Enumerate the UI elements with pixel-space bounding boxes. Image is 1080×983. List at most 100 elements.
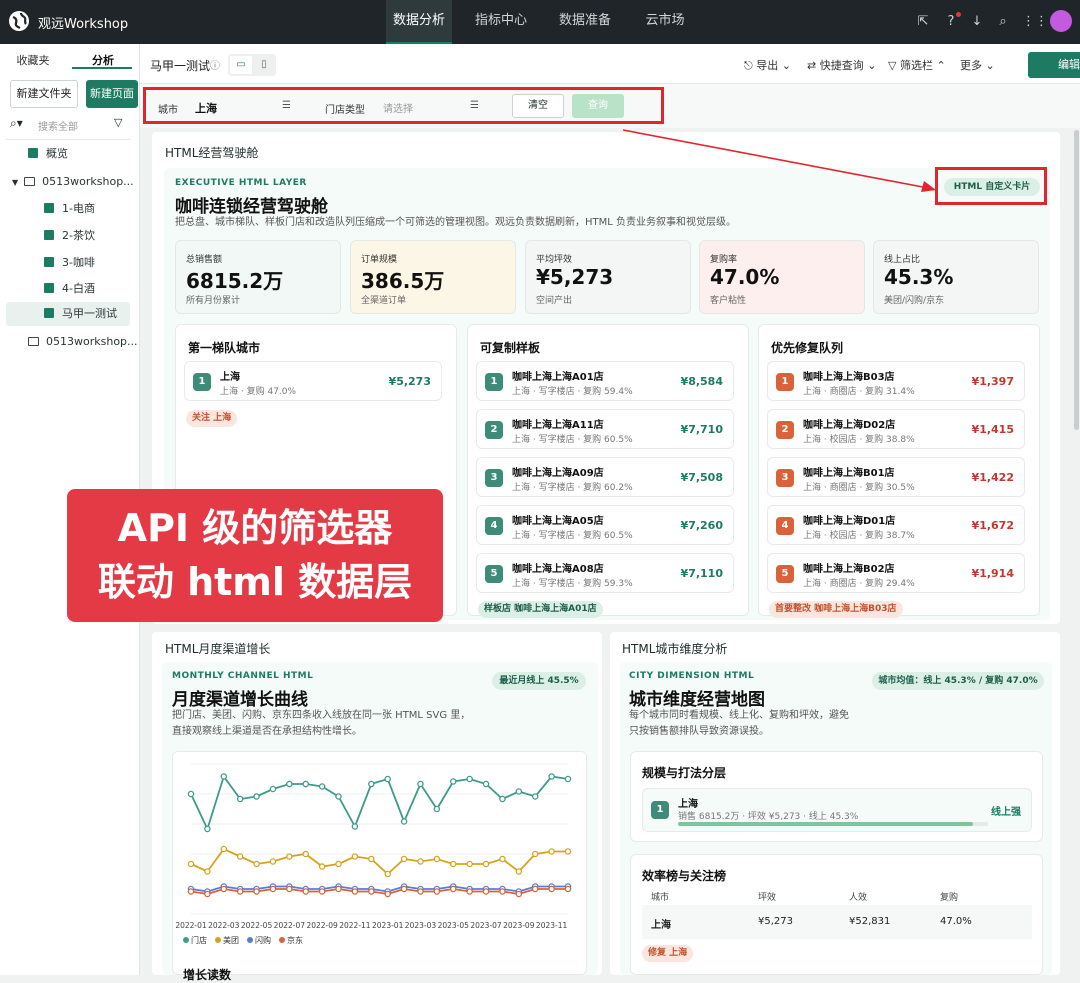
data-point[interactable] bbox=[204, 825, 211, 833]
data-point[interactable] bbox=[400, 818, 408, 825]
data-point[interactable] bbox=[515, 868, 523, 875]
list-item[interactable]: 1 上海 销售 6815.2万 · 坪效 ¥5,273 · 线上 45.3% 线… bbox=[642, 788, 1032, 832]
data-point[interactable] bbox=[302, 780, 309, 788]
data-point[interactable] bbox=[531, 793, 539, 800]
list-item[interactable]: 1 咖啡上海上海B03店 上海 · 商圈店 · 复购 31.4% ¥1,397 bbox=[767, 361, 1025, 401]
data-point[interactable] bbox=[417, 888, 424, 895]
sidebar-item-baijiu[interactable]: 4-白酒 bbox=[44, 277, 95, 301]
new-folder-button[interactable]: 新建文件夹 bbox=[10, 80, 78, 108]
legend-item[interactable]: 京东 bbox=[279, 936, 303, 945]
data-point[interactable] bbox=[302, 888, 309, 895]
desktop-icon[interactable]: ▭ bbox=[230, 56, 252, 74]
list-item[interactable]: 2 咖啡上海上海A11店 上海 · 写字楼店 · 复购 60.5% ¥7,710 bbox=[476, 409, 734, 449]
data-point[interactable] bbox=[286, 885, 293, 893]
data-point[interactable] bbox=[318, 783, 326, 790]
data-point[interactable] bbox=[204, 890, 211, 898]
sidebar-item-coffee[interactable]: 3-咖啡 bbox=[44, 251, 95, 275]
data-point[interactable] bbox=[564, 848, 572, 855]
list-item[interactable]: 3 咖啡上海上海A09店 上海 · 写字楼店 · 复购 60.2% ¥7,508 bbox=[476, 457, 734, 497]
data-point[interactable] bbox=[499, 795, 506, 803]
mobile-icon[interactable]: ▯ bbox=[254, 56, 274, 74]
data-point[interactable] bbox=[384, 890, 391, 898]
legend-item[interactable]: 美团 bbox=[215, 936, 239, 945]
quick-query-button[interactable]: ⇄ 快捷查询 ⌄ bbox=[807, 57, 876, 73]
data-point[interactable] bbox=[499, 855, 506, 863]
data-point[interactable] bbox=[368, 888, 375, 895]
data-point[interactable] bbox=[318, 863, 326, 870]
data-point[interactable] bbox=[220, 773, 228, 780]
nav-cloud-market[interactable]: 云市场 bbox=[632, 0, 698, 44]
search-icon[interactable]: ⌕ bbox=[995, 14, 1011, 30]
data-point[interactable] bbox=[384, 775, 391, 783]
data-point[interactable] bbox=[253, 888, 260, 895]
list-item[interactable]: 1 咖啡上海上海A01店 上海 · 写字楼店 · 复购 59.4% ¥8,584 bbox=[476, 361, 734, 401]
data-point[interactable] bbox=[450, 885, 457, 893]
data-point[interactable] bbox=[531, 885, 539, 893]
apps-grid-icon[interactable]: ⋮⋮ bbox=[1022, 14, 1048, 30]
data-point[interactable] bbox=[515, 788, 523, 795]
share-icon[interactable]: ⇱ bbox=[915, 14, 931, 30]
data-point[interactable] bbox=[286, 780, 293, 788]
data-point[interactable] bbox=[564, 885, 572, 893]
data-point[interactable] bbox=[368, 780, 375, 788]
data-point[interactable] bbox=[351, 888, 359, 895]
sidebar-folder-0513-a[interactable]: ▼ 0513workshop... bbox=[12, 170, 134, 194]
data-point[interactable] bbox=[269, 785, 277, 793]
legend-item[interactable]: 门店 bbox=[183, 936, 207, 945]
data-point[interactable] bbox=[466, 860, 473, 868]
data-point[interactable] bbox=[482, 860, 490, 868]
list-item[interactable]: 1 上海 上海 · 复购 47.0% ¥5,273 bbox=[184, 361, 442, 401]
data-point[interactable] bbox=[466, 775, 473, 783]
nav-metrics-center[interactable]: 指标中心 bbox=[468, 0, 534, 44]
data-point[interactable] bbox=[450, 778, 457, 785]
nav-data-analysis[interactable]: 数据分析 bbox=[386, 0, 452, 44]
data-point[interactable] bbox=[187, 888, 195, 895]
tab-analysis[interactable]: 分析 bbox=[70, 52, 136, 74]
data-point[interactable] bbox=[351, 823, 359, 830]
data-point[interactable] bbox=[253, 793, 260, 800]
data-point[interactable] bbox=[187, 790, 195, 798]
data-point[interactable] bbox=[433, 855, 441, 863]
data-point[interactable] bbox=[400, 855, 408, 863]
filter-bar-button[interactable]: ▽ 筛选栏 ⌃ bbox=[888, 57, 946, 73]
data-point[interactable] bbox=[433, 888, 441, 895]
data-point[interactable] bbox=[318, 888, 326, 895]
data-point[interactable] bbox=[236, 888, 244, 895]
info-icon[interactable]: ⓘ bbox=[210, 57, 220, 72]
data-point[interactable] bbox=[187, 860, 195, 868]
new-page-button[interactable]: 新建页面 bbox=[86, 80, 138, 108]
data-point[interactable] bbox=[351, 853, 359, 860]
sidebar-item-tea[interactable]: 2-茶饮 bbox=[44, 224, 95, 248]
data-point[interactable] bbox=[400, 885, 408, 893]
data-point[interactable] bbox=[515, 890, 523, 898]
tab-favorites[interactable]: 收藏夹 bbox=[0, 52, 66, 74]
export-button[interactable]: ⎋ 导出 ⌄ bbox=[744, 57, 791, 73]
data-point[interactable] bbox=[236, 853, 244, 860]
data-point[interactable] bbox=[302, 850, 309, 858]
list-item[interactable]: 4 咖啡上海上海D01店 上海 · 校园店 · 复购 38.7% ¥1,672 bbox=[767, 505, 1025, 545]
data-point[interactable] bbox=[236, 795, 244, 803]
data-point[interactable] bbox=[368, 855, 375, 863]
sidebar-folder-0513-b[interactable]: 0513workshop... bbox=[28, 330, 138, 354]
data-point[interactable] bbox=[531, 850, 539, 858]
data-point[interactable] bbox=[417, 780, 424, 788]
legend-item[interactable]: 闪购 bbox=[247, 936, 271, 945]
sidebar-search-input[interactable]: 搜索全部 bbox=[38, 118, 78, 133]
data-point[interactable] bbox=[548, 773, 555, 780]
data-point[interactable] bbox=[253, 860, 260, 868]
data-point[interactable] bbox=[204, 868, 211, 875]
data-point[interactable] bbox=[417, 858, 424, 865]
data-point[interactable] bbox=[335, 885, 342, 893]
nav-data-prep[interactable]: 数据准备 bbox=[552, 0, 618, 44]
list-item[interactable]: 2 咖啡上海上海D02店 上海 · 校园店 · 复购 38.8% ¥1,415 bbox=[767, 409, 1025, 449]
list-item[interactable]: 5 咖啡上海上海A08店 上海 · 写字楼店 · 复购 59.3% ¥7,110 bbox=[476, 553, 734, 593]
more-button[interactable]: 更多 ⌄ bbox=[960, 57, 995, 73]
data-point[interactable] bbox=[482, 888, 490, 895]
user-avatar[interactable] bbox=[1050, 10, 1072, 32]
sidebar-item-ecommerce[interactable]: 1-电商 bbox=[44, 197, 95, 221]
edit-button[interactable]: 编辑 bbox=[1028, 52, 1080, 78]
data-point[interactable] bbox=[548, 885, 555, 893]
list-item[interactable]: 3 咖啡上海上海B01店 上海 · 商圈店 · 复购 30.5% ¥1,422 bbox=[767, 457, 1025, 497]
data-point[interactable] bbox=[384, 870, 391, 878]
data-point[interactable] bbox=[286, 853, 293, 860]
